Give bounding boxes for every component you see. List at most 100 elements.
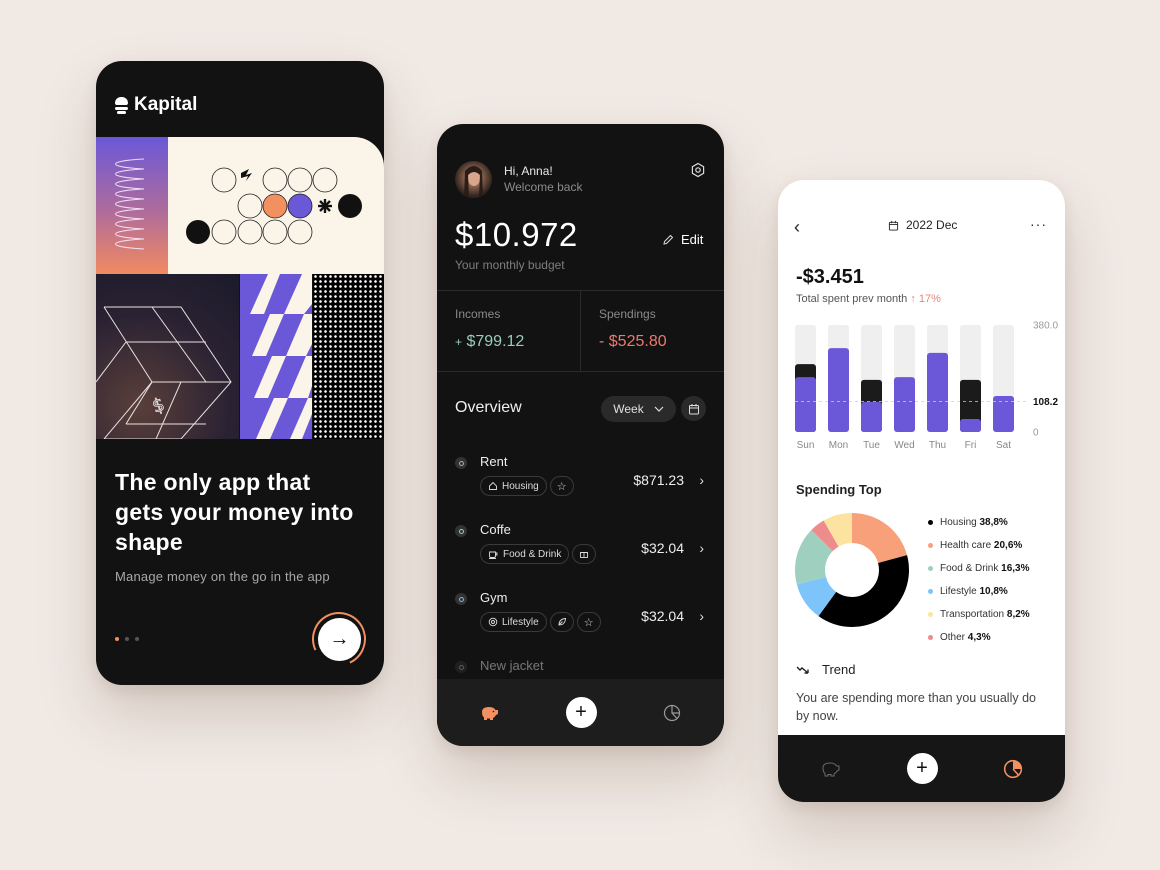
tag-housing[interactable]: Housing — [480, 476, 547, 496]
gift-icon — [580, 552, 589, 558]
svg-text:$: $ — [150, 394, 168, 418]
bottom-nav: + — [778, 735, 1065, 802]
legend-label: Lifestyle 10,8% — [940, 586, 1008, 597]
bar-base — [960, 419, 981, 432]
x-tick-label: Sat — [996, 440, 1011, 451]
arrow-right-icon: → — [318, 618, 361, 661]
status-dot — [455, 593, 467, 605]
chevron-down-icon — [654, 406, 664, 412]
home-icon — [489, 481, 497, 490]
legend-label: Housing 38,8% — [940, 517, 1008, 528]
edit-button[interactable]: Edit — [662, 232, 703, 247]
dots-panel — [313, 274, 384, 439]
legend-value: 38,8% — [979, 517, 1008, 528]
income-spending-summary: Incomes + $799.12 Spendings - $525.80 — [437, 290, 724, 372]
circles-panel — [168, 137, 384, 274]
avatar[interactable] — [455, 161, 492, 198]
trend-text: You are spending more than you usually d… — [796, 691, 1036, 723]
zigzag-panel — [240, 274, 312, 439]
trend-title: Trend — [796, 662, 855, 677]
legend-value: 4,3% — [967, 632, 991, 643]
budget-screen: Hi, Anna! Welcome back $10.972 Your mont… — [437, 124, 724, 746]
total-spent-label: Total spent prev month ↑ 17% — [796, 293, 941, 305]
change-badge: ↑ 17% — [910, 293, 941, 305]
legend-label: Health care 20,6% — [940, 540, 1023, 551]
nav-budget[interactable] — [816, 755, 844, 783]
add-button[interactable]: + — [565, 697, 597, 728]
cube-panel: $ — [96, 274, 239, 440]
tag-list: Housing ☆ — [480, 476, 574, 496]
weekly-bar-chart: Sun Mon Tue Wed Thu Fri Sat 0 108.2 380.0 — [795, 321, 1058, 451]
spending-top-title: Spending Top — [796, 482, 882, 497]
y-tick-label: 0 — [1033, 428, 1039, 439]
bar-base — [861, 401, 882, 432]
incomes-card[interactable]: Incomes + $799.12 — [437, 291, 580, 371]
bar-base — [894, 377, 915, 432]
headline: The only app that gets your money into s… — [115, 469, 354, 555]
legend-item[interactable]: Food & Drink 16,3% — [928, 557, 1030, 580]
nav-stats[interactable] — [658, 699, 686, 727]
legend-item[interactable]: Health care 20,6% — [928, 534, 1030, 557]
settings-icon[interactable] — [690, 162, 706, 178]
transaction-item[interactable]: Rent Housing ☆ $871.23 › — [437, 452, 724, 512]
legend-label: Food & Drink 16,3% — [940, 563, 1030, 574]
budget-amount: $10.972 — [455, 216, 578, 253]
legend-dot — [928, 612, 933, 617]
legend-item[interactable]: Transportation 8,2% — [928, 603, 1030, 626]
pagination-dots — [115, 637, 139, 641]
legend-label: Transportation 8,2% — [940, 609, 1030, 620]
incomes-label: Incomes — [455, 307, 501, 321]
tag-favorite[interactable]: ☆ — [576, 612, 601, 632]
legend-item[interactable]: Lifestyle 10,8% — [928, 580, 1030, 603]
tag-list: Food & Drink — [480, 544, 597, 564]
spendings-card[interactable]: Spendings - $525.80 — [580, 291, 724, 371]
period-select-value: Week — [613, 402, 644, 416]
nav-budget[interactable] — [475, 699, 503, 727]
legend-value: 8,2% — [1006, 609, 1030, 620]
donut-legend: Housing 38,8% Health care 20,6% Food & Dri… — [928, 511, 1030, 649]
calendar-icon — [888, 220, 899, 231]
transaction-amount: $32.04 — [641, 608, 684, 624]
transaction-item[interactable]: Gym Lifestyle ☆ $32.04 › — [437, 588, 724, 648]
legend-item[interactable]: Housing 38,8% — [928, 511, 1030, 534]
status-dot — [455, 457, 467, 469]
month-selector[interactable]: 2022 Dec — [888, 218, 957, 232]
pie-chart-icon — [1003, 759, 1023, 779]
welcome-text: Welcome back — [504, 180, 583, 194]
tag-eco[interactable] — [549, 612, 574, 632]
back-button[interactable]: ‹ — [794, 217, 800, 238]
page-dot[interactable] — [135, 637, 139, 641]
star-icon: ☆ — [556, 480, 567, 493]
tag-food-drink[interactable]: Food & Drink — [480, 544, 570, 564]
legend-dot — [928, 589, 933, 594]
calendar-icon — [688, 403, 699, 414]
more-options-icon[interactable]: ··· — [1030, 216, 1047, 232]
transaction-name: Rent — [480, 454, 508, 469]
legend-dot — [928, 543, 933, 548]
page-dot-active[interactable] — [115, 637, 119, 641]
tag-gift[interactable] — [572, 544, 597, 564]
calendar-button[interactable] — [681, 396, 706, 421]
chevron-right-icon: › — [699, 472, 704, 488]
tag-favorite[interactable]: ☆ — [549, 476, 574, 496]
stats-screen: ‹ 2022 Dec ··· -$3.451 Total spent prev … — [778, 180, 1065, 802]
transaction-amount: $871.23 — [633, 472, 684, 488]
transaction-amount: $32.04 — [641, 540, 684, 556]
donut-slice-health-care[interactable] — [852, 513, 908, 563]
spendings-label: Spendings — [599, 307, 656, 321]
x-tick-label: Fri — [965, 440, 977, 451]
bar-base — [828, 348, 849, 432]
nav-stats[interactable] — [999, 755, 1027, 783]
greeting: Hi, Anna! — [504, 164, 553, 178]
tag-lifestyle[interactable]: Lifestyle — [480, 612, 547, 632]
period-select[interactable]: Week — [601, 396, 676, 422]
legend-dot — [928, 566, 933, 571]
transaction-item[interactable]: Coffe Food & Drink $32.04 › — [437, 520, 724, 580]
next-button[interactable]: → — [304, 604, 374, 674]
add-button[interactable]: + — [906, 753, 938, 784]
overview-title: Overview — [455, 399, 522, 416]
brand-name: Kapital — [134, 94, 198, 115]
legend-item[interactable]: Other 4,3% — [928, 626, 1030, 649]
page-dot[interactable] — [125, 637, 129, 641]
budget-label: Your monthly budget — [455, 258, 565, 272]
